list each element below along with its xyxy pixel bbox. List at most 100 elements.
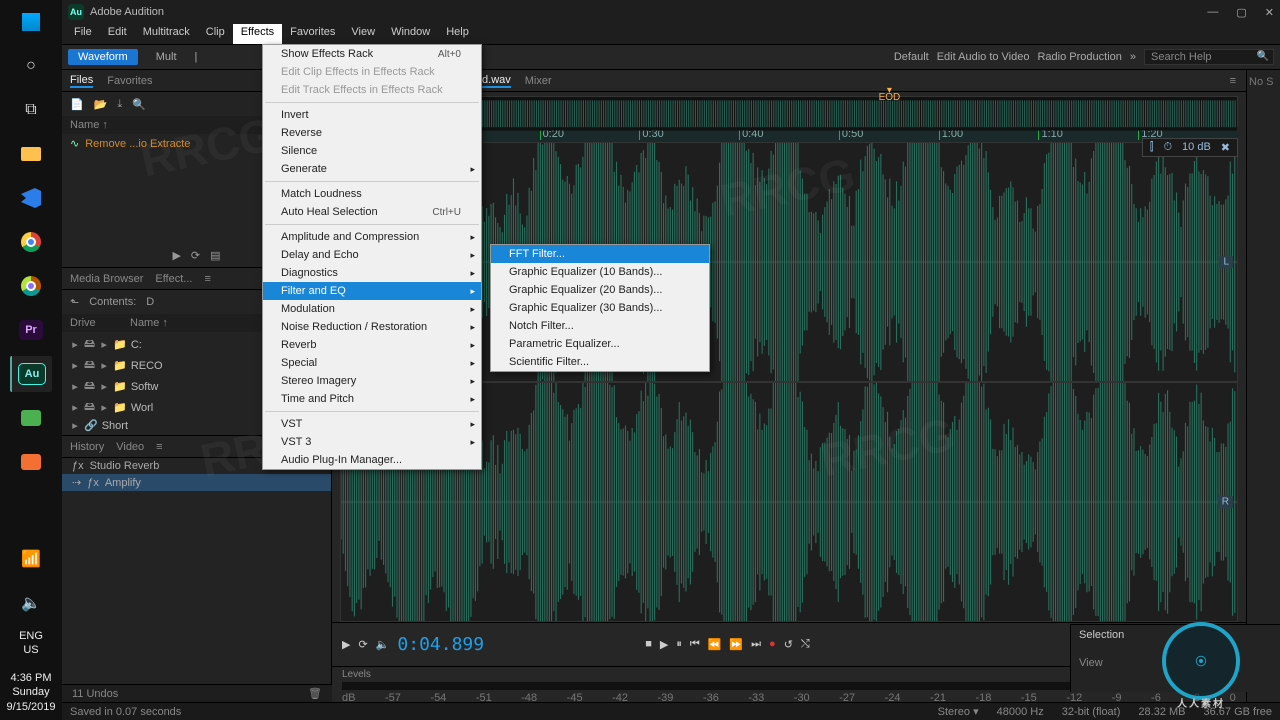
- effects-item[interactable]: Auto Heal SelectionCtrl+U: [263, 203, 481, 221]
- transport-loop-icon[interactable]: ⟳: [358, 638, 367, 651]
- stop-button[interactable]: ■: [645, 638, 652, 651]
- effects-item[interactable]: Modulation▸: [263, 300, 481, 318]
- filter-eq-submenu[interactable]: FFT Filter...Graphic Equalizer (10 Bands…: [490, 244, 710, 372]
- skip-selection-icon[interactable]: ⤭: [801, 638, 810, 651]
- play-button[interactable]: ▶: [660, 638, 668, 651]
- filter-eq-item[interactable]: Graphic Equalizer (10 Bands)...: [491, 263, 709, 281]
- workspace-radio[interactable]: Radio Production: [1037, 51, 1121, 63]
- up-folder-icon[interactable]: ⬑: [70, 296, 79, 309]
- tab-media-browser[interactable]: Media Browser: [70, 273, 143, 285]
- effects-item[interactable]: Stereo Imagery▸: [263, 372, 481, 390]
- volume-icon[interactable]: 🔈: [10, 585, 52, 621]
- tab-files[interactable]: Files: [70, 74, 93, 88]
- tab-favorites[interactable]: Favorites: [107, 75, 152, 87]
- effects-item[interactable]: Delay and Echo▸: [263, 246, 481, 264]
- effects-item[interactable]: Special▸: [263, 354, 481, 372]
- menu-view[interactable]: View: [343, 24, 383, 44]
- filter-eq-item[interactable]: Parametric Equalizer...: [491, 335, 709, 353]
- menu-window[interactable]: Window: [383, 24, 438, 44]
- status-stereo[interactable]: Stereo ▾: [938, 705, 979, 718]
- pause-button[interactable]: ⏸: [676, 638, 682, 651]
- rewind-button[interactable]: ⏪: [708, 638, 722, 651]
- effects-item[interactable]: Reverse: [263, 124, 481, 142]
- effects-item[interactable]: Reverb▸: [263, 336, 481, 354]
- menu-clip[interactable]: Clip: [198, 24, 233, 44]
- trash-icon[interactable]: 🗑: [308, 687, 322, 700]
- col-drive[interactable]: Drive: [70, 317, 130, 329]
- panel-menu-icon[interactable]: ≡: [1230, 75, 1236, 87]
- time-display[interactable]: 0:04.899: [397, 634, 484, 655]
- tab-video[interactable]: Video: [116, 441, 144, 453]
- workspace-more-icon[interactable]: »: [1130, 51, 1136, 63]
- autoplay-icon[interactable]: ▤: [210, 249, 220, 262]
- open-file-icon[interactable]: 📂: [94, 98, 108, 111]
- play-preview-button[interactable]: ▶: [172, 249, 180, 262]
- audition-icon[interactable]: Au: [10, 356, 52, 392]
- new-file-icon[interactable]: 📄: [70, 98, 84, 111]
- effects-item[interactable]: VST▸: [263, 415, 481, 433]
- panel-menu-icon[interactable]: ≡: [156, 441, 162, 453]
- end-button[interactable]: ⏭: [751, 638, 761, 651]
- effects-item[interactable]: Silence: [263, 142, 481, 160]
- search-icon[interactable]: ○: [10, 48, 52, 84]
- record-button[interactable]: ●: [769, 638, 776, 651]
- col-name[interactable]: Name ↑: [130, 317, 168, 329]
- workspace-default[interactable]: Default: [894, 51, 929, 63]
- loop-icon[interactable]: ⟳: [191, 249, 200, 262]
- effects-item[interactable]: Amplitude and Compression▸: [263, 228, 481, 246]
- search-help-input[interactable]: Search Help: [1144, 49, 1274, 65]
- menu-help[interactable]: Help: [438, 24, 477, 44]
- close-button[interactable]: ✕: [1265, 6, 1274, 19]
- chrome-canary-icon[interactable]: [10, 268, 52, 304]
- tray-lang[interactable]: ENGUS: [19, 629, 43, 658]
- ffwd-button[interactable]: ⏩: [729, 638, 743, 651]
- tray-clock[interactable]: 4:36 PM Sunday 9/15/2019: [7, 671, 56, 714]
- workspace-editvideo[interactable]: Edit Audio to Video: [937, 51, 1030, 63]
- filter-eq-item[interactable]: FFT Filter...: [491, 245, 709, 263]
- vscode-icon[interactable]: [10, 180, 52, 216]
- loop-playback-icon[interactable]: ↺: [784, 638, 793, 651]
- maximize-button[interactable]: ▢: [1236, 6, 1246, 19]
- filter-eq-item[interactable]: Notch Filter...: [491, 317, 709, 335]
- hud-close-icon[interactable]: ✖: [1218, 141, 1233, 154]
- filter-eq-item[interactable]: Scientific Filter...: [491, 353, 709, 371]
- chrome-icon[interactable]: [10, 224, 52, 260]
- filter-eq-item[interactable]: Graphic Equalizer (30 Bands)...: [491, 299, 709, 317]
- premiere-icon[interactable]: Pr: [10, 312, 52, 348]
- effects-item[interactable]: Invert: [263, 106, 481, 124]
- multitrack-toggle[interactable]: Mult: [146, 49, 187, 65]
- transport-volume-icon[interactable]: 🔈: [376, 638, 390, 651]
- effects-item[interactable]: Filter and EQ▸: [263, 282, 481, 300]
- effects-item[interactable]: Show Effects RackAlt+0: [263, 45, 481, 63]
- file-explorer-icon[interactable]: [10, 136, 52, 172]
- filter-eq-item[interactable]: Graphic Equalizer (20 Bands)...: [491, 281, 709, 299]
- wifi-icon[interactable]: 📶: [10, 541, 52, 577]
- waveform-toggle[interactable]: Waveform: [68, 49, 138, 65]
- search-icon[interactable]: 🔍: [132, 98, 146, 111]
- task-view-icon[interactable]: ⧉: [10, 92, 52, 128]
- effects-item[interactable]: Generate▸: [263, 160, 481, 178]
- rtz-button[interactable]: ⏮: [690, 638, 700, 651]
- menu-effects[interactable]: Effects: [233, 24, 282, 44]
- effects-item[interactable]: VST 3▸: [263, 433, 481, 451]
- history-item[interactable]: ⇢ƒxAmplify: [62, 474, 331, 491]
- menu-multitrack[interactable]: Multitrack: [135, 24, 198, 44]
- menu-file[interactable]: File: [66, 24, 100, 44]
- transport-play-left[interactable]: ▶: [342, 638, 350, 651]
- effects-item[interactable]: Time and Pitch▸: [263, 390, 481, 408]
- tab-effects-rack[interactable]: Effect...: [155, 273, 192, 285]
- camtasia-icon[interactable]: [10, 400, 52, 436]
- app-orange-icon[interactable]: [10, 444, 52, 480]
- effects-item[interactable]: Diagnostics▸: [263, 264, 481, 282]
- start-button[interactable]: [10, 4, 52, 40]
- effects-item[interactable]: Match Loudness: [263, 185, 481, 203]
- effects-menu[interactable]: Show Effects RackAlt+0Edit Clip Effects …: [262, 44, 482, 470]
- effects-item[interactable]: Audio Plug-In Manager...: [263, 451, 481, 469]
- tab-history[interactable]: History: [70, 441, 104, 453]
- mixer-tab[interactable]: Mixer: [525, 75, 552, 87]
- panel-menu-icon[interactable]: ≡: [204, 273, 210, 285]
- import-icon[interactable]: ⤓: [117, 98, 122, 111]
- menu-edit[interactable]: Edit: [100, 24, 135, 44]
- effects-item[interactable]: Noise Reduction / Restoration▸: [263, 318, 481, 336]
- menu-favorites[interactable]: Favorites: [282, 24, 343, 44]
